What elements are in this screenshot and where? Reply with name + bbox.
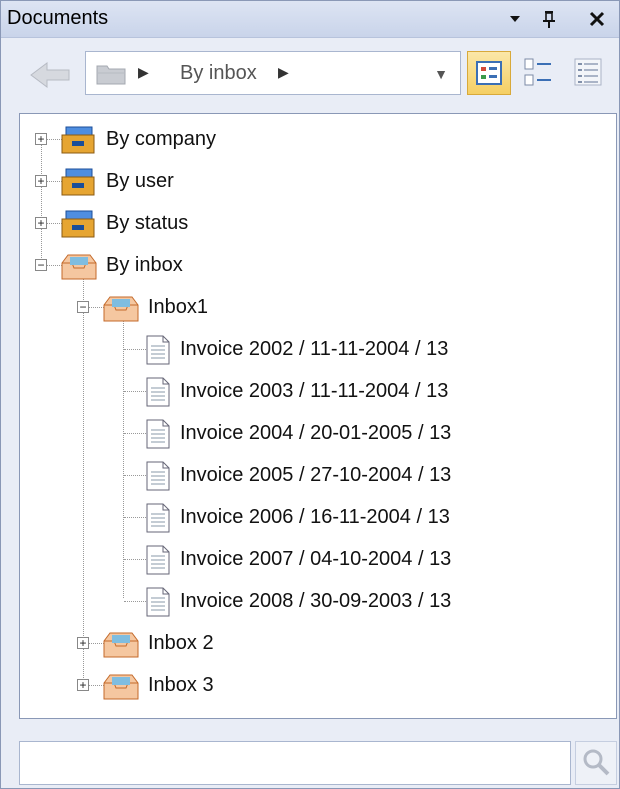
expand-icon[interactable]: + [35, 217, 47, 229]
tree-node-label: By company [106, 128, 217, 150]
document-icon [146, 461, 170, 491]
document-icon [146, 587, 170, 617]
details-view-button[interactable] [517, 51, 561, 95]
document-icon [146, 545, 170, 575]
documents-panel: Documents ▶ By inbox ▶ ▼ + By company + … [0, 0, 620, 789]
breadcrumb-separator-icon[interactable]: ▶ [138, 64, 149, 81]
document-tree[interactable]: + By company + By user + By status − By … [19, 113, 617, 719]
inbox-icon [103, 632, 139, 658]
expand-icon[interactable]: + [77, 637, 89, 649]
tree-node-label: By user [106, 170, 174, 192]
tree-node-label: Inbox 2 [148, 632, 214, 654]
tree-node-label: Inbox1 [148, 296, 209, 318]
collapse-icon[interactable]: − [77, 301, 89, 313]
large-icons-view-icon [476, 61, 502, 85]
list-view-button[interactable] [567, 51, 611, 95]
expand-icon[interactable]: + [35, 133, 47, 145]
tree-node-by-status[interactable]: + By status [20, 203, 610, 243]
back-arrow-icon[interactable] [27, 57, 75, 93]
cabinet-icon [61, 168, 95, 196]
document-item[interactable]: Invoice 2007 / 04-10-2004 / 13 [104, 539, 610, 579]
document-icon [146, 419, 170, 449]
cabinet-icon [61, 126, 95, 154]
breadcrumb-separator-icon[interactable]: ▶ [278, 64, 289, 81]
tree-node-label: By status [106, 212, 189, 234]
details-view-icon [524, 58, 551, 86]
tree-node-inbox1[interactable]: − Inbox1 [62, 287, 610, 327]
document-item[interactable]: Invoice 2006 / 16-11-2004 / 13 [104, 497, 610, 537]
tree-node-inbox-3[interactable]: + Inbox 3 [62, 665, 610, 705]
document-icon [146, 503, 170, 533]
tree-node-by-user[interactable]: + By user [20, 161, 610, 201]
document-label: Invoice 2003 / 11-11-2004 / 13 [180, 380, 449, 402]
document-label: Invoice 2008 / 30-09-2003 / 13 [180, 590, 452, 612]
document-item[interactable]: Invoice 2003 / 11-11-2004 / 13 [104, 371, 610, 411]
document-icon [146, 377, 170, 407]
tree-node-by-inbox[interactable]: − By inbox [20, 245, 610, 285]
title-bar: Documents [1, 1, 619, 38]
search-icon [583, 749, 610, 776]
panel-title: Documents [7, 7, 109, 29]
document-label: Invoice 2006 / 16-11-2004 / 13 [180, 506, 450, 528]
cabinet-icon [61, 210, 95, 238]
pin-icon[interactable] [537, 7, 561, 31]
dropdown-icon[interactable] [503, 7, 527, 31]
inbox-icon [103, 674, 139, 700]
document-item[interactable]: Invoice 2005 / 27-10-2004 / 13 [104, 455, 610, 495]
expand-icon[interactable]: + [77, 679, 89, 691]
tree-node-by-company[interactable]: + By company [20, 119, 610, 159]
document-label: Invoice 2004 / 20-01-2005 / 13 [180, 422, 452, 444]
search-input[interactable] [19, 741, 571, 785]
folder-icon [96, 62, 126, 86]
address-dropdown-icon[interactable]: ▼ [434, 66, 448, 82]
search-button[interactable] [575, 741, 617, 785]
document-item[interactable]: Invoice 2002 / 11-11-2004 / 13 [104, 329, 610, 369]
document-item[interactable]: Invoice 2008 / 30-09-2003 / 13 [104, 581, 610, 621]
collapse-icon[interactable]: − [35, 259, 47, 271]
tree-node-label: Inbox 3 [148, 674, 214, 696]
toolbar: ▶ By inbox ▶ ▼ [1, 39, 619, 103]
expand-icon[interactable]: + [35, 175, 47, 187]
inbox-icon [103, 296, 139, 322]
tree-node-label: By inbox [106, 254, 183, 276]
address-bar[interactable]: ▶ By inbox ▶ ▼ [85, 51, 461, 95]
document-label: Invoice 2005 / 27-10-2004 / 13 [180, 464, 452, 486]
document-item[interactable]: Invoice 2004 / 20-01-2005 / 13 [104, 413, 610, 453]
inbox-icon [61, 254, 97, 280]
breadcrumb-by-inbox[interactable]: By inbox [180, 62, 257, 85]
tree-guide-line [83, 264, 84, 684]
list-view-icon [574, 58, 602, 86]
document-label: Invoice 2007 / 04-10-2004 / 13 [180, 548, 452, 570]
tree-node-inbox-2[interactable]: + Inbox 2 [62, 623, 610, 663]
close-icon[interactable] [585, 7, 609, 31]
large-icons-view-button[interactable] [467, 51, 511, 95]
document-label: Invoice 2002 / 11-11-2004 / 13 [180, 338, 449, 360]
document-icon [146, 335, 170, 365]
